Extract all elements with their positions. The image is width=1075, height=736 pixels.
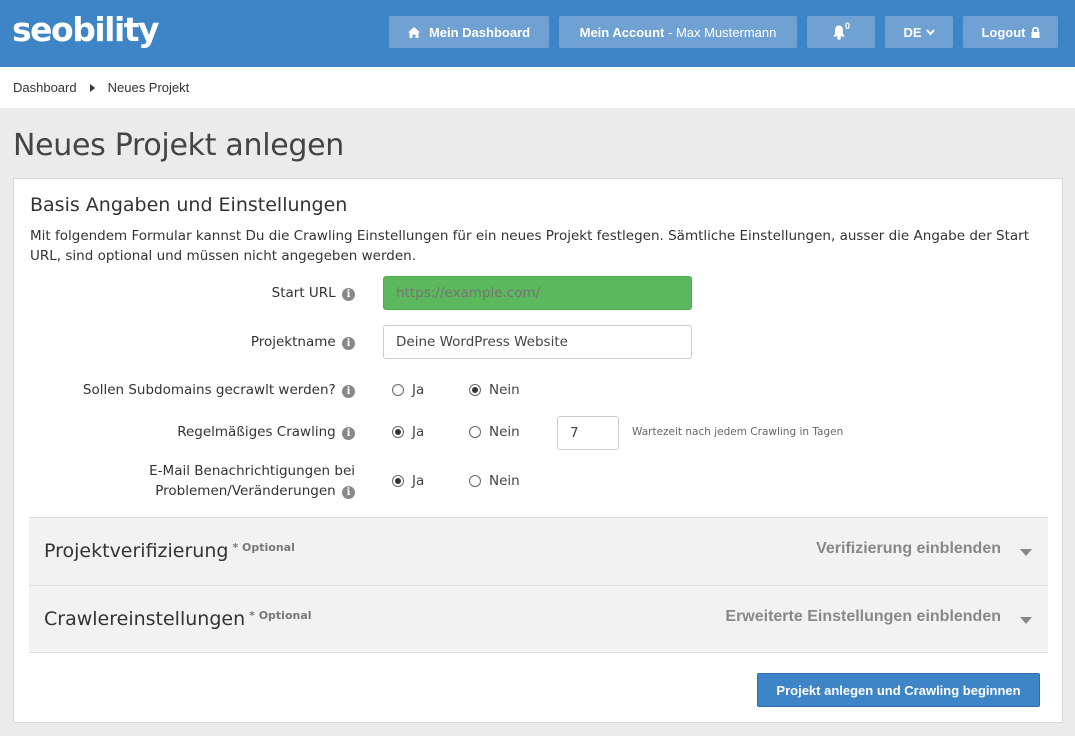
language-dropdown[interactable]: DE xyxy=(885,16,953,48)
verification-toggle[interactable]: Verifizierung einblenden xyxy=(816,540,1001,558)
radio-circle xyxy=(469,475,481,487)
lock-icon xyxy=(1031,26,1040,38)
caret-down-icon[interactable] xyxy=(1020,549,1032,556)
seobility-logo[interactable]: seobility xyxy=(12,10,160,49)
bell-icon xyxy=(832,25,846,40)
radio-label: Ja xyxy=(412,382,425,398)
breadcrumb-arrow-icon xyxy=(89,83,95,92)
email-yes-radio[interactable]: Ja xyxy=(392,473,424,489)
section-title: Basis Angaben und Einstellungen xyxy=(30,194,348,216)
crawl-interval-input[interactable] xyxy=(557,416,619,450)
account-username: Max Mustermann xyxy=(675,24,777,40)
create-project-button[interactable]: Projekt anlegen und Crawling beginnen xyxy=(757,673,1040,707)
radio-circle-selected xyxy=(392,426,404,438)
optional-tag: * Optional xyxy=(249,609,312,622)
verification-section[interactable]: Projektverifizierung * Optional Verifizie… xyxy=(29,517,1048,585)
crawler-title-row: Crawlereinstellungen * Optional xyxy=(44,608,312,630)
home-icon xyxy=(407,26,420,38)
breadcrumb-dashboard[interactable]: Dashboard xyxy=(13,80,77,95)
email-label-line1: E-Mail Benachrichtigungen bei xyxy=(149,463,355,479)
start-url-label-row: Start URL i xyxy=(272,283,355,303)
breadcrumb-current: Neues Projekt xyxy=(107,80,190,95)
crawler-toggle[interactable]: Erweiterte Einstellungen einblenden xyxy=(725,608,1001,626)
email-label-line2: Problemen/Veränderungen xyxy=(155,483,336,499)
info-icon[interactable]: i xyxy=(342,486,355,499)
radio-label: Nein xyxy=(489,424,520,440)
project-name-input[interactable] xyxy=(383,325,692,359)
account-label: Mein Account xyxy=(579,24,665,40)
account-separator: - xyxy=(664,24,676,40)
account-button[interactable]: Mein Account - Max Mustermann xyxy=(559,16,797,48)
radio-label: Nein xyxy=(489,382,520,398)
radio-circle-selected xyxy=(469,384,481,396)
breadcrumb: Dashboard Neues Projekt xyxy=(0,67,1075,108)
regular-crawl-label: Regelmäßiges Crawling xyxy=(177,424,336,440)
info-icon[interactable]: i xyxy=(342,427,355,440)
intro-text: Mit folgendem Formular kannst Du die Cra… xyxy=(30,228,1030,264)
info-icon[interactable]: i xyxy=(342,337,355,350)
radio-label: Ja xyxy=(412,424,425,440)
start-url-label: Start URL xyxy=(271,285,336,301)
logout-label: Logout xyxy=(981,24,1026,40)
radio-circle xyxy=(469,426,481,438)
subdomains-no-radio[interactable]: Nein xyxy=(469,382,520,398)
info-icon[interactable]: i xyxy=(342,288,355,301)
notification-count: 0 xyxy=(844,21,850,31)
crawler-settings-section[interactable]: Crawlereinstellungen * Optional Erweitert… xyxy=(29,585,1048,653)
chevron-down-icon xyxy=(925,28,935,36)
radio-circle xyxy=(392,384,404,396)
subdomains-label-row: Sollen Subdomains gecrawlt werden? i xyxy=(83,380,355,400)
regular-crawl-yes-radio[interactable]: Ja xyxy=(392,424,424,440)
top-navbar: seobility Mein Dashboard Mein Account - … xyxy=(0,0,1075,67)
radio-label: Ja xyxy=(412,473,425,489)
crawl-interval-hint: Wartezeit nach jedem Crawling in Tagen xyxy=(632,426,844,438)
radio-circle-selected xyxy=(392,475,404,487)
email-label-row: E-Mail Benachrichtigungen bei Problemen/… xyxy=(149,461,355,501)
optional-tag: * Optional xyxy=(232,541,295,554)
dashboard-label: Mein Dashboard xyxy=(428,24,531,40)
language-label: DE xyxy=(903,24,922,40)
verification-title: Projektverifizierung xyxy=(44,540,229,562)
radio-label: Nein xyxy=(489,473,520,489)
verification-title-row: Projektverifizierung * Optional xyxy=(44,540,295,562)
caret-down-icon[interactable] xyxy=(1020,617,1032,624)
project-name-label-row: Projektname i xyxy=(251,332,355,352)
email-no-radio[interactable]: Nein xyxy=(469,473,520,489)
project-form-panel: Basis Angaben und Einstellungen Mit folg… xyxy=(13,178,1063,723)
crawler-title: Crawlereinstellungen xyxy=(44,608,246,630)
logout-button[interactable]: Logout xyxy=(963,16,1058,48)
info-icon[interactable]: i xyxy=(342,385,355,398)
page-title: Neues Projekt anlegen xyxy=(13,128,344,163)
project-name-label: Projektname xyxy=(250,334,336,350)
regular-crawl-label-row: Regelmäßiges Crawling i xyxy=(177,422,355,442)
start-url-input[interactable] xyxy=(383,276,692,310)
regular-crawl-no-radio[interactable]: Nein xyxy=(469,424,520,440)
notifications-button[interactable]: 0 xyxy=(807,16,875,48)
subdomains-label: Sollen Subdomains gecrawlt werden? xyxy=(82,382,336,398)
subdomains-yes-radio[interactable]: Ja xyxy=(392,382,424,398)
dashboard-button[interactable]: Mein Dashboard xyxy=(389,16,549,48)
